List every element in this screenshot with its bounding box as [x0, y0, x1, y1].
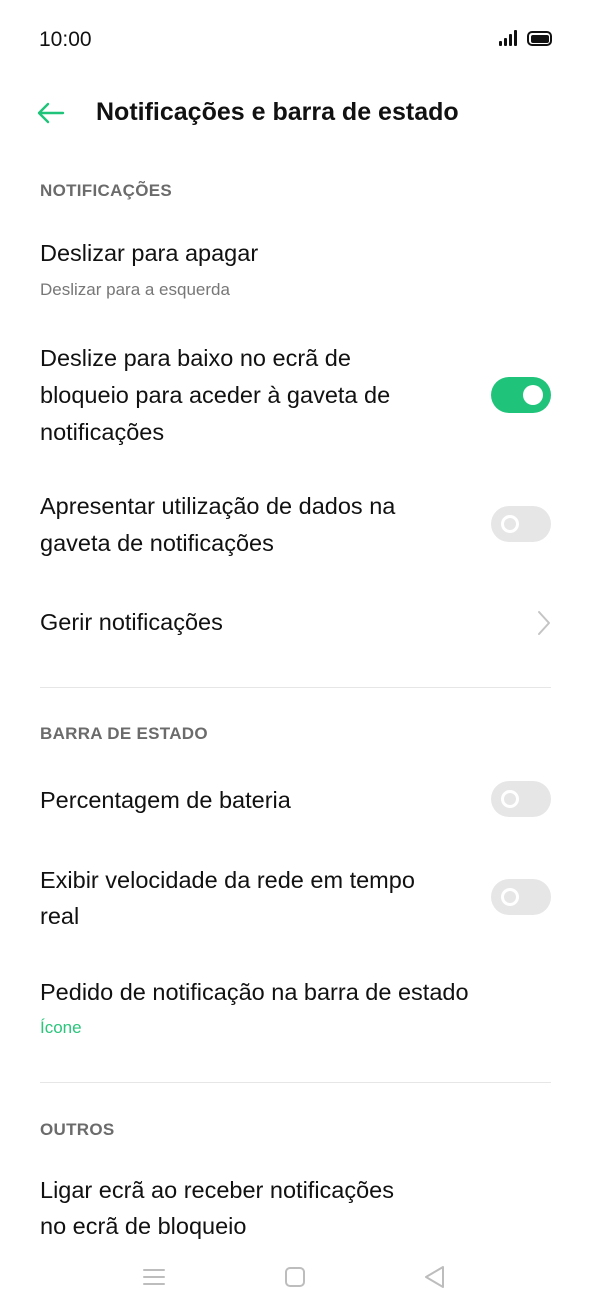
- row-title: Gerir notificações: [40, 609, 223, 635]
- section-header-others: OUTROS: [40, 1120, 115, 1139]
- section-header-notifications: NOTIFICAÇÕES: [40, 181, 173, 200]
- home-button[interactable]: [280, 1262, 310, 1292]
- back-button[interactable]: [34, 96, 68, 130]
- row-title-line1: Apresentar utilização de dados na: [40, 493, 396, 519]
- section-divider: [40, 687, 551, 688]
- row-title-line2: bloqueio para aceder à gaveta de: [40, 382, 391, 408]
- chevron-right-icon: [538, 611, 550, 635]
- status-icons: [499, 30, 552, 46]
- menu-icon: [143, 1269, 165, 1285]
- lockscreen-swipe-toggle[interactable]: [491, 377, 551, 413]
- row-value: Ícone: [40, 1018, 82, 1037]
- row-title-line3: notificações: [40, 419, 165, 445]
- navigation-bar: [0, 1248, 590, 1312]
- menu-button[interactable]: [139, 1262, 169, 1292]
- back-nav-button[interactable]: [420, 1262, 450, 1292]
- status-bar: 10:00: [0, 0, 590, 78]
- battery-icon: [527, 31, 552, 46]
- lockscreen-swipe-setting[interactable]: Deslize para baixo no ecrã de bloqueio p…: [0, 340, 590, 452]
- row-title-line2: no ecrã de bloqueio: [40, 1213, 247, 1239]
- network-speed-toggle[interactable]: [491, 879, 551, 915]
- data-usage-toggle[interactable]: [491, 506, 551, 542]
- network-speed-setting[interactable]: Exibir velocidade da rede em tempo real: [0, 862, 590, 936]
- app-header: Notificações e barra de estado: [0, 78, 590, 148]
- battery-percentage-setting[interactable]: Percentagem de bateria: [0, 780, 590, 820]
- section-header-status-bar: BARRA DE ESTADO: [40, 724, 208, 743]
- row-title: Percentagem de bateria: [40, 787, 291, 813]
- battery-percentage-toggle[interactable]: [491, 781, 551, 817]
- home-square-icon: [285, 1267, 305, 1287]
- back-arrow-icon: [37, 102, 65, 124]
- status-time: 10:00: [39, 28, 92, 51]
- row-title: Pedido de notificação na barra de estado: [40, 979, 469, 1005]
- notification-request-setting[interactable]: Pedido de notificação na barra de estado…: [0, 972, 590, 1042]
- row-title-line2: gaveta de notificações: [40, 530, 274, 556]
- page-title: Notificações e barra de estado: [96, 98, 459, 126]
- row-title-line2: real: [40, 903, 80, 929]
- row-title-line1: Deslize para baixo no ecrã de: [40, 345, 351, 371]
- section-divider: [40, 1082, 551, 1083]
- data-usage-setting[interactable]: Apresentar utilização de dados na gaveta…: [0, 488, 590, 562]
- manage-notifications-item[interactable]: Gerir notificações: [0, 602, 590, 646]
- row-title-line1: Exibir velocidade da rede em tempo: [40, 867, 415, 893]
- back-triangle-icon: [425, 1266, 444, 1288]
- row-value: Deslizar para a esquerda: [40, 280, 230, 299]
- signal-icon: [499, 30, 517, 46]
- row-title-line1: Ligar ecrã ao receber notificações: [40, 1177, 395, 1203]
- row-title: Deslizar para apagar: [40, 240, 259, 266]
- swipe-to-delete-setting[interactable]: Deslizar para apagar Deslizar para a esq…: [0, 232, 590, 312]
- wake-screen-setting[interactable]: Ligar ecrã ao receber notificações no ec…: [0, 1172, 590, 1246]
